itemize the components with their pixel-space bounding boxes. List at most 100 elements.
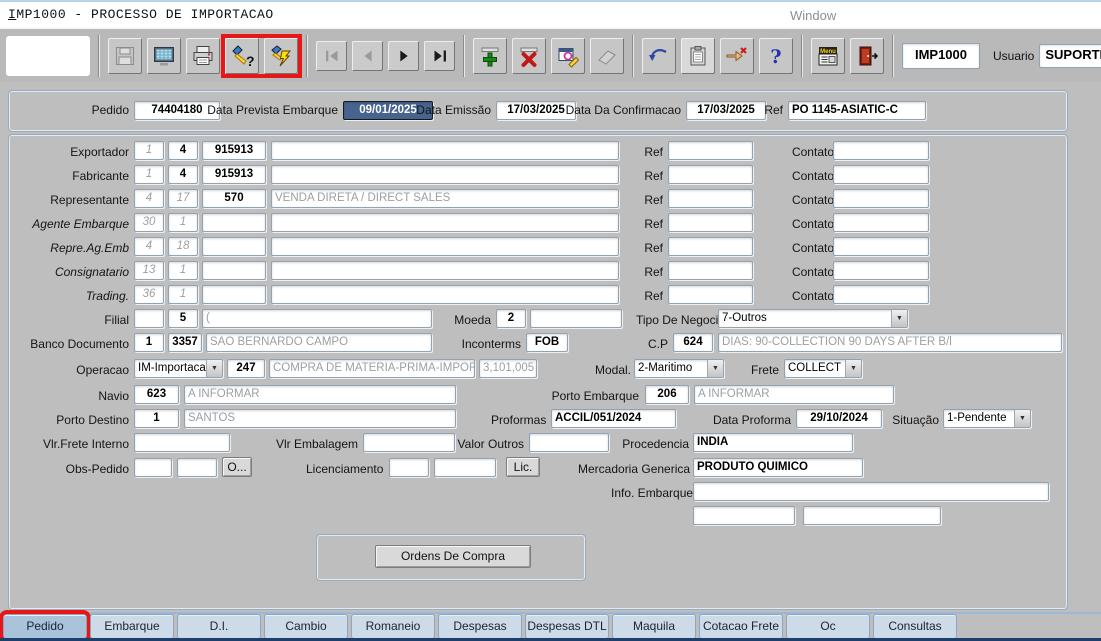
licenciamento-button[interactable]: Lic. bbox=[506, 457, 540, 477]
help-button[interactable]: ? bbox=[759, 38, 793, 74]
display-button[interactable] bbox=[147, 38, 181, 74]
party-name-field[interactable] bbox=[271, 165, 619, 184]
tab-cotacao-frete[interactable]: Cotacao Frete bbox=[699, 614, 783, 639]
insert-record-button[interactable] bbox=[473, 38, 507, 74]
party-code-field[interactable]: 915913 bbox=[202, 165, 266, 184]
tab-oc[interactable]: Oc bbox=[786, 614, 870, 639]
party-f1-field[interactable]: 36 bbox=[134, 285, 164, 304]
data-confirmacao-field[interactable]: 17/03/2025 bbox=[686, 101, 766, 120]
party-ref-field[interactable] bbox=[668, 141, 753, 160]
tipo-negocio-dropdown[interactable]: 7-Outros▼ bbox=[718, 309, 908, 328]
party-code-field[interactable]: 570 bbox=[202, 189, 266, 208]
obs-pedido-f2-field[interactable] bbox=[177, 458, 217, 477]
party-name-field[interactable] bbox=[271, 261, 619, 280]
moeda-field[interactable]: 2 bbox=[496, 309, 526, 328]
party-ref-field[interactable] bbox=[668, 261, 753, 280]
party-contato-field[interactable] bbox=[833, 285, 929, 304]
paste-button[interactable] bbox=[681, 38, 715, 74]
party-f1-field[interactable]: 4 bbox=[134, 189, 164, 208]
party-contato-field[interactable] bbox=[833, 213, 929, 232]
tab-despesas[interactable]: Despesas bbox=[438, 614, 522, 639]
last-record-button[interactable] bbox=[424, 41, 455, 71]
next-record-button[interactable] bbox=[388, 41, 419, 71]
filial-f1-field[interactable] bbox=[134, 309, 164, 328]
info-extra2-field[interactable] bbox=[803, 506, 941, 525]
enter-query-button[interactable]: ? bbox=[225, 38, 259, 74]
party-f2-field[interactable]: 18 bbox=[168, 237, 198, 256]
edit-record-button[interactable] bbox=[551, 38, 585, 74]
ordens-de-compra-button[interactable]: Ordens De Compra bbox=[375, 545, 531, 568]
party-f1-field[interactable]: 1 bbox=[134, 165, 164, 184]
navio-code-field[interactable]: 623 bbox=[134, 385, 179, 404]
info-embarque-field[interactable] bbox=[693, 482, 1049, 501]
ref-field[interactable]: PO 1145-ASIATIC-C bbox=[788, 101, 926, 120]
party-f2-field[interactable]: 4 bbox=[168, 165, 198, 184]
party-ref-field[interactable] bbox=[668, 237, 753, 256]
inconterms-field[interactable]: FOB bbox=[526, 333, 568, 352]
porto-embarque-name-field[interactable]: A INFORMAR bbox=[694, 385, 894, 404]
party-ref-field[interactable] bbox=[668, 165, 753, 184]
filial-name-field[interactable]: ( bbox=[202, 309, 432, 328]
party-f2-field[interactable]: 4 bbox=[168, 141, 198, 160]
party-f1-field[interactable]: 4 bbox=[134, 237, 164, 256]
cp-field[interactable]: 624 bbox=[673, 333, 713, 352]
obs-pedido-button[interactable]: O... bbox=[222, 457, 252, 477]
banco-f1-field[interactable]: 1 bbox=[134, 333, 164, 352]
party-f1-field[interactable]: 30 bbox=[134, 213, 164, 232]
party-name-field[interactable] bbox=[271, 237, 619, 256]
frete-dropdown[interactable]: COLLECT▼ bbox=[784, 359, 862, 378]
porto-destino-name-field[interactable]: SANTOS bbox=[184, 409, 456, 428]
party-f2-field[interactable]: 1 bbox=[168, 213, 198, 232]
usuario-field[interactable]: SUPORTE@. bbox=[1039, 44, 1101, 68]
party-contato-field[interactable] bbox=[833, 141, 929, 160]
party-ref-field[interactable] bbox=[668, 189, 753, 208]
party-f2-field[interactable]: 17 bbox=[168, 189, 198, 208]
menu-window[interactable]: Window bbox=[790, 8, 836, 23]
save-button[interactable] bbox=[108, 38, 142, 74]
party-name-field[interactable] bbox=[271, 213, 619, 232]
party-f1-field[interactable]: 13 bbox=[134, 261, 164, 280]
proformas-field[interactable]: ACCIL/051/2024 bbox=[551, 409, 676, 428]
cp-desc-field[interactable]: DIAS: 90-COLLECTION 90 DAYS AFTER B/l bbox=[718, 333, 1062, 352]
navio-name-field[interactable]: A INFORMAR bbox=[184, 385, 456, 404]
party-code-field[interactable] bbox=[202, 213, 266, 232]
party-ref-field[interactable] bbox=[668, 213, 753, 232]
operacao-amount-field[interactable]: 3,101,005 bbox=[479, 359, 537, 378]
data-proforma-field[interactable]: 29/10/2024 bbox=[796, 409, 882, 428]
procedencia-field[interactable]: INDIA bbox=[693, 433, 853, 452]
print-button[interactable] bbox=[186, 38, 220, 74]
party-code-field[interactable] bbox=[202, 261, 266, 280]
porto-embarque-code-field[interactable]: 206 bbox=[645, 385, 689, 404]
vlr-embalagem-field[interactable] bbox=[363, 433, 455, 452]
modal-dropdown[interactable]: 2-Maritimo▼ bbox=[634, 359, 724, 378]
party-contato-field[interactable] bbox=[833, 261, 929, 280]
party-contato-field[interactable] bbox=[833, 237, 929, 256]
banco-name-field[interactable]: SAO BERNARDO CAMPO bbox=[206, 333, 432, 352]
licenciamento-f2-field[interactable] bbox=[434, 458, 496, 477]
party-code-field[interactable] bbox=[202, 285, 266, 304]
party-contato-field[interactable] bbox=[833, 165, 929, 184]
situacao-dropdown[interactable]: 1-Pendente▼ bbox=[943, 409, 1031, 428]
operacao-code-field[interactable]: 247 bbox=[227, 359, 265, 378]
exit-button[interactable] bbox=[850, 38, 884, 74]
party-contato-field[interactable] bbox=[833, 189, 929, 208]
porto-destino-code-field[interactable]: 1 bbox=[134, 409, 179, 428]
tab-despesas-dtl[interactable]: Despesas DTL bbox=[525, 614, 609, 639]
party-ref-field[interactable] bbox=[668, 285, 753, 304]
banco-f2-field[interactable]: 3357 bbox=[168, 333, 202, 352]
party-name-field[interactable]: VENDA DIRETA / DIRECT SALES bbox=[271, 189, 619, 208]
moeda-name-field[interactable] bbox=[530, 309, 622, 328]
undo-button[interactable] bbox=[642, 38, 676, 74]
tab-cambio[interactable]: Cambio bbox=[264, 614, 348, 639]
info-extra1-field[interactable] bbox=[693, 506, 795, 525]
mercadoria-generica-field[interactable]: PRODUTO QUIMICO bbox=[693, 458, 863, 477]
tab-pedido[interactable]: Pedido bbox=[3, 614, 87, 639]
first-record-button[interactable] bbox=[316, 41, 347, 71]
previous-record-button[interactable] bbox=[352, 41, 383, 71]
party-name-field[interactable] bbox=[271, 285, 619, 304]
tab-maquila[interactable]: Maquila bbox=[612, 614, 696, 639]
operacao-desc-field[interactable]: COMPRA DE MATERIA-PRIMA-IMPORTA( bbox=[269, 359, 475, 378]
tab-di[interactable]: D.I. bbox=[177, 614, 261, 639]
operacao-dropdown[interactable]: IM-Importacao▼ bbox=[134, 359, 223, 378]
execute-query-button[interactable] bbox=[264, 38, 298, 74]
